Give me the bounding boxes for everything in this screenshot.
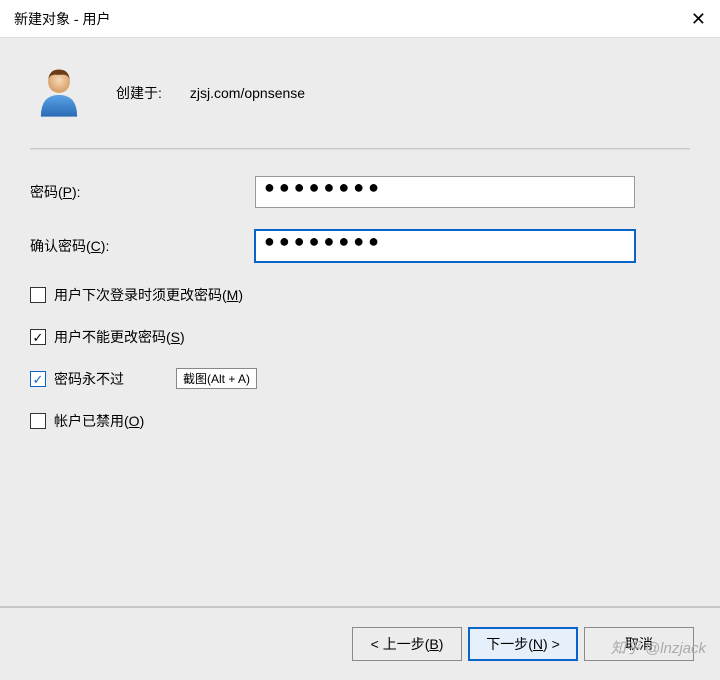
created-at-path: zjsj.com/opnsense: [190, 85, 305, 101]
content-area: 创建于: zjsj.com/opnsense 密码(P): ●●●●●●●● 确…: [0, 38, 720, 606]
password-never-expires-label: 密码永不过: [54, 369, 124, 389]
account-disabled-row: 帐户已禁用(O): [30, 410, 690, 432]
user-icon: [30, 64, 88, 122]
titlebar: 新建对象 - 用户 ✕: [0, 0, 720, 38]
password-row: 密码(P): ●●●●●●●●: [30, 176, 690, 208]
cancel-button[interactable]: 取消: [584, 627, 694, 661]
password-label: 密码(P):: [30, 182, 255, 202]
password-never-expires-checkbox[interactable]: ✓: [30, 371, 46, 387]
header-row: 创建于: zjsj.com/opnsense: [30, 38, 690, 148]
user-cannot-change-checkbox[interactable]: ✓: [30, 329, 46, 345]
dialog-window: 新建对象 - 用户 ✕ 创建于: zjsj.com/opnsense: [0, 0, 720, 680]
checkbox-group: 用户下次登录时须更改密码(M) ✓ 用户不能更改密码(S) ✓ 密码永不过 截图…: [30, 284, 690, 432]
user-cannot-change-row: ✓ 用户不能更改密码(S): [30, 326, 690, 348]
user-cannot-change-label: 用户不能更改密码(S): [54, 327, 185, 347]
account-disabled-label: 帐户已禁用(O): [54, 411, 144, 431]
must-change-password-row: 用户下次登录时须更改密码(M): [30, 284, 690, 306]
window-title: 新建对象 - 用户: [14, 9, 110, 29]
must-change-password-label: 用户下次登录时须更改密码(M): [54, 285, 243, 305]
close-icon[interactable]: ✕: [691, 10, 706, 28]
back-button[interactable]: < 上一步(B): [352, 627, 462, 661]
password-input[interactable]: ●●●●●●●●: [255, 176, 635, 208]
password-never-expires-row: ✓ 密码永不过 截图(Alt + A): [30, 368, 690, 390]
confirm-password-label: 确认密码(C):: [30, 236, 255, 256]
account-disabled-checkbox[interactable]: [30, 413, 46, 429]
footer: < 上一步(B) 下一步(N) > 取消 知乎 @lnzjack: [0, 606, 720, 680]
must-change-password-checkbox[interactable]: [30, 287, 46, 303]
screenshot-tooltip: 截图(Alt + A): [176, 368, 257, 389]
confirm-password-input[interactable]: ●●●●●●●●: [255, 230, 635, 262]
confirm-password-row: 确认密码(C): ●●●●●●●●: [30, 230, 690, 262]
created-at-label: 创建于:: [116, 83, 162, 103]
next-button[interactable]: 下一步(N) >: [468, 627, 578, 661]
separator: [30, 148, 690, 150]
